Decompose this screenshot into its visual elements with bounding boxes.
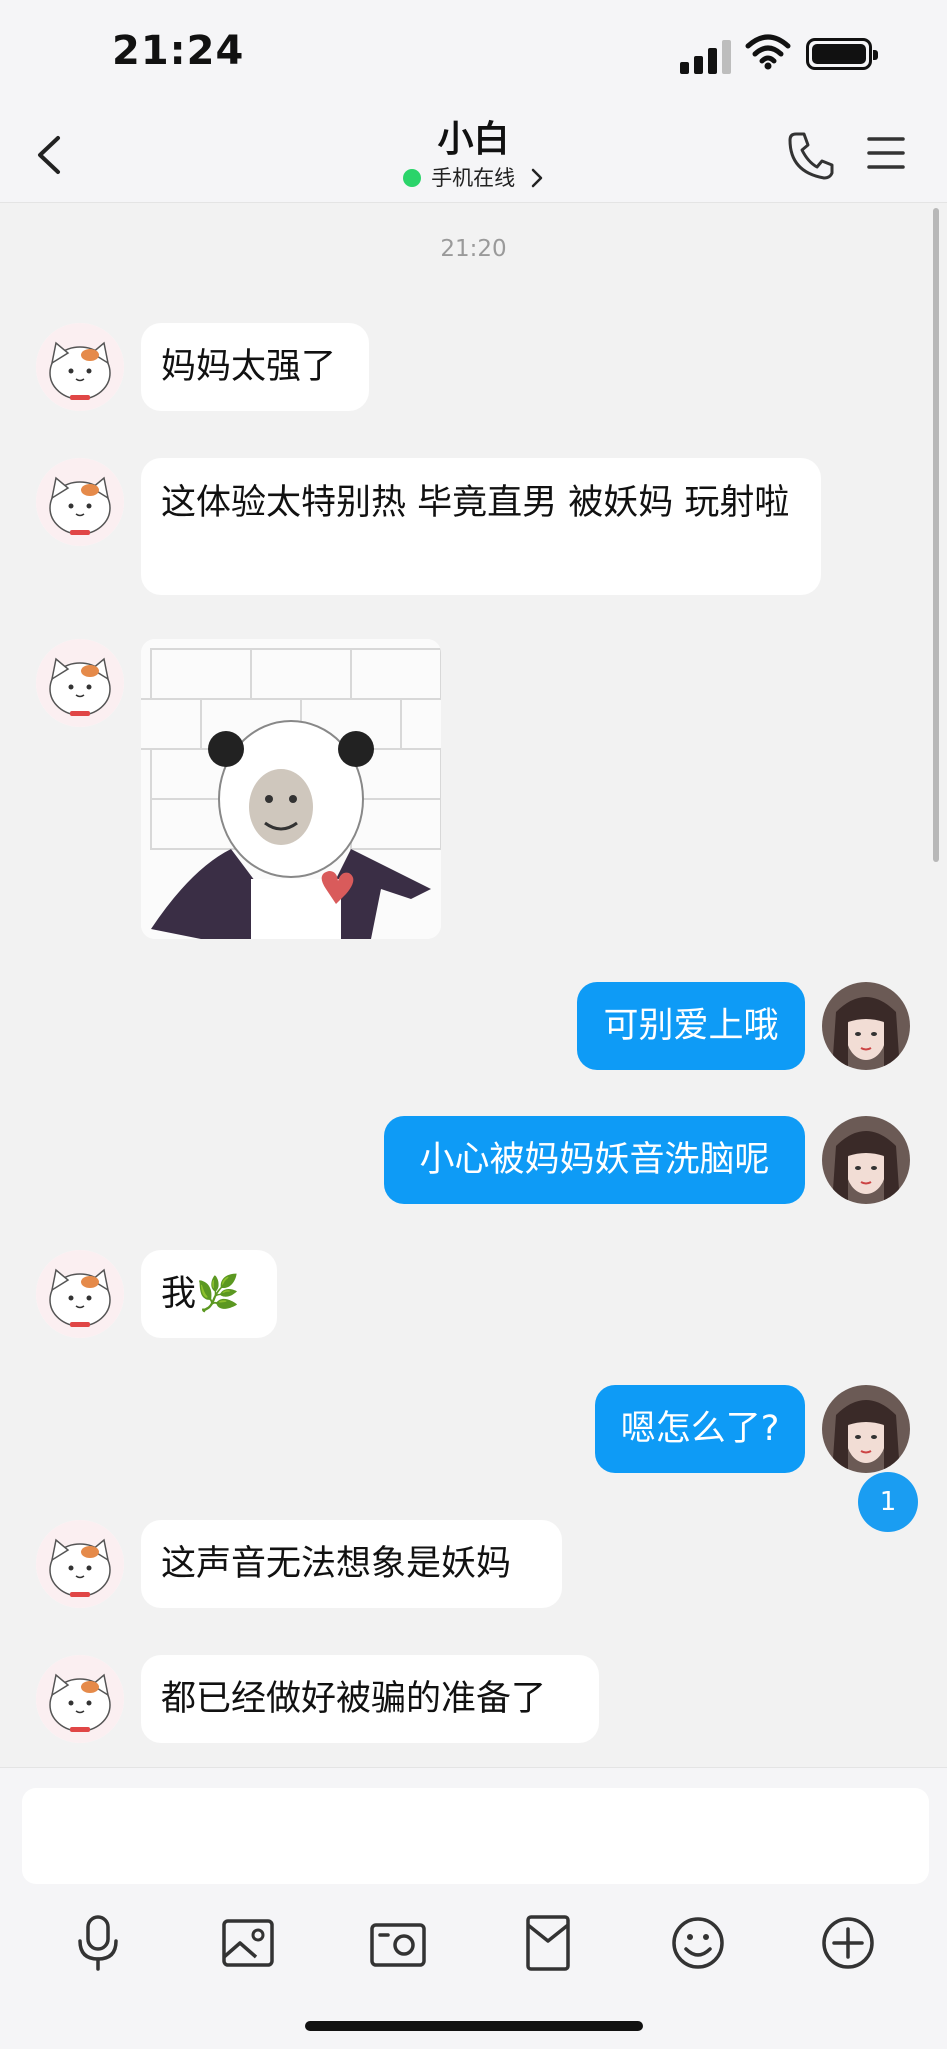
message-bubble[interactable]: 都已经做好被骗的准备了 — [141, 1655, 599, 1743]
contact-avatar[interactable] — [36, 323, 124, 411]
unread-count-badge[interactable]: 1 — [858, 1472, 918, 1532]
contact-avatar[interactable] — [36, 1250, 124, 1338]
contact-avatar[interactable] — [36, 639, 124, 727]
contact-avatar[interactable] — [36, 458, 124, 546]
chevron-right-icon — [531, 168, 543, 188]
online-dot-icon — [403, 169, 422, 187]
message-bubble-sent[interactable]: 嗯怎么了? — [595, 1385, 805, 1473]
message-bubble[interactable]: 这体验太特别热 毕竟直男 被妖妈 玩射啦 — [141, 458, 821, 595]
cellular-signal-icon — [680, 40, 732, 74]
camera-icon[interactable] — [366, 1911, 430, 1975]
user-avatar[interactable] — [822, 1385, 910, 1473]
input-area — [0, 1767, 947, 2049]
battery-icon — [806, 38, 878, 70]
message-input[interactable] — [22, 1788, 929, 1884]
chat-header: 小白 手机在线 — [0, 110, 947, 203]
status-bar: 21:24 — [0, 0, 947, 110]
message-bubble[interactable]: 妈妈太强了 — [141, 323, 369, 411]
message-bubble-sent[interactable]: 可别爱上哦 — [577, 982, 805, 1070]
scrollbar[interactable] — [933, 208, 939, 862]
image-icon[interactable] — [216, 1911, 280, 1975]
message-bubble[interactable]: 我🌿 — [141, 1250, 277, 1338]
microphone-icon[interactable] — [66, 1911, 130, 1975]
home-indicator[interactable] — [305, 2021, 643, 2031]
phone-icon[interactable] — [786, 128, 834, 180]
wifi-icon — [745, 34, 791, 70]
message-timestamp: 21:20 — [440, 236, 507, 262]
image-message-panda-sticker[interactable] — [141, 639, 441, 939]
emoji-icon[interactable] — [666, 1911, 730, 1975]
contact-avatar[interactable] — [36, 1520, 124, 1608]
user-avatar[interactable] — [822, 1116, 910, 1204]
online-status-label: 手机在线 — [431, 166, 516, 190]
contact-avatar[interactable] — [36, 1655, 124, 1743]
status-time: 21:24 — [112, 28, 245, 74]
hamburger-menu-icon[interactable] — [866, 134, 906, 172]
message-list[interactable]: 21:20 妈妈太强了 这体验太特别热 毕竟直男 被妖妈 玩射啦 可别爱上哦 小… — [0, 202, 947, 1767]
message-bubble-sent[interactable]: 小心被妈妈妖音洗脑呢 — [384, 1116, 805, 1204]
plus-icon[interactable] — [816, 1911, 880, 1975]
red-packet-icon[interactable] — [516, 1911, 580, 1975]
message-bubble[interactable]: 这声音无法想象是妖妈 — [141, 1520, 562, 1608]
user-avatar[interactable] — [822, 982, 910, 1070]
